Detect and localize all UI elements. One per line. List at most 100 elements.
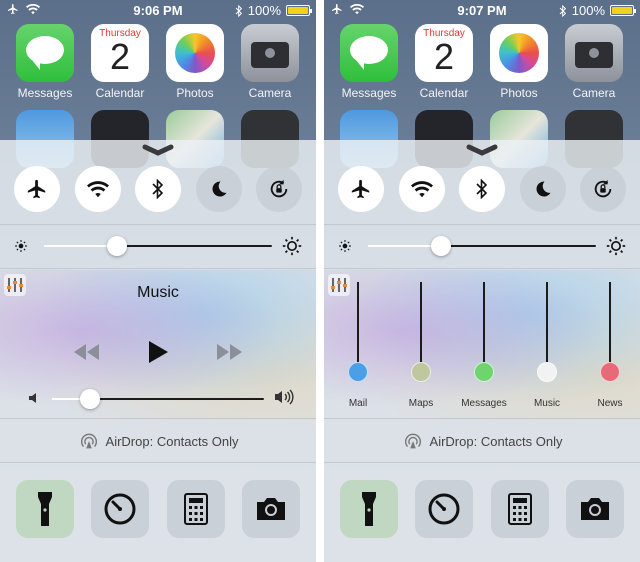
brightness-control — [0, 230, 316, 260]
calendar-app-icon: Thursday 2 — [91, 24, 149, 82]
airplane-mode-toggle[interactable] — [14, 166, 60, 212]
battery-percent: 100% — [247, 3, 281, 18]
app-photos[interactable]: Photos — [490, 24, 548, 100]
calculator-button[interactable] — [166, 480, 225, 538]
control-center: Mail Maps Messages Music News AirDrop: Conta… — [324, 140, 640, 562]
mixer-slider-maps[interactable]: Maps — [397, 282, 445, 412]
timer-button[interactable] — [91, 480, 150, 538]
phone-screen-left: 9:06 PM 100% Messages Thursday 2 Calenda… — [0, 0, 316, 562]
app-photos[interactable]: Photos — [166, 24, 224, 100]
mixer-knob[interactable] — [411, 362, 431, 382]
music-title: Music — [137, 284, 179, 301]
mixer-knob[interactable] — [474, 362, 494, 382]
chevron-down-icon[interactable] — [466, 144, 498, 156]
mixer-label: Messages — [461, 398, 507, 409]
volume-thumb[interactable] — [80, 389, 101, 409]
brightness-slider[interactable] — [368, 236, 596, 256]
flashlight-button[interactable] — [16, 480, 74, 538]
control-center: Music AirDrop: Contacts Only — [0, 140, 316, 562]
airdrop-button[interactable]: AirDrop: Contacts Only — [0, 420, 316, 462]
brightness-thumb[interactable] — [430, 236, 451, 256]
wifi-toggle[interactable] — [398, 166, 445, 212]
brightness-control — [324, 230, 640, 260]
play-icon[interactable] — [147, 340, 169, 364]
battery-icon — [286, 5, 312, 16]
airplane-icon — [27, 179, 46, 199]
camera-button[interactable] — [565, 480, 624, 538]
mixer-track — [357, 282, 359, 372]
airdrop-label: AirDrop: Contacts Only — [429, 433, 563, 449]
mixer-knob[interactable] — [537, 362, 557, 382]
flashlight-icon — [362, 492, 376, 526]
app-camera[interactable]: Camera — [565, 24, 623, 100]
volume-slider[interactable] — [52, 389, 264, 409]
mixer-track — [420, 282, 422, 372]
bluetooth-toggle[interactable] — [135, 166, 181, 212]
phone-screen-right: 9:07 PM 100% Messages Thursday 2 Calenda… — [324, 0, 640, 562]
airdrop-icon — [404, 433, 421, 449]
calculator-icon — [507, 493, 532, 525]
fast-forward-icon[interactable] — [216, 342, 244, 362]
mixer-slider-messages[interactable]: Messages — [460, 282, 508, 412]
wifi-toggle[interactable] — [74, 166, 121, 212]
brightness-thumb[interactable] — [106, 236, 127, 256]
app-messages[interactable]: Messages — [340, 24, 398, 100]
rotation-lock-icon — [594, 179, 612, 198]
mixer-track — [609, 282, 611, 372]
flashlight-button[interactable] — [340, 480, 398, 538]
airplane-mode-toggle[interactable] — [338, 166, 384, 212]
app-calendar[interactable]: Thursday 2 Calendar — [91, 24, 149, 100]
mixer-knob[interactable] — [348, 362, 368, 382]
timer-icon — [104, 493, 136, 525]
flashlight-icon — [38, 492, 52, 526]
brightness-high-icon — [282, 236, 302, 256]
mixer-knob[interactable] — [600, 362, 620, 382]
calculator-icon — [183, 493, 208, 525]
messages-app-icon — [16, 24, 74, 82]
calculator-button[interactable] — [490, 480, 549, 538]
camera-icon — [580, 498, 609, 520]
volume-high-icon — [275, 389, 294, 405]
brightness-high-icon — [606, 236, 626, 256]
chevron-down-icon[interactable] — [142, 144, 174, 156]
brightness-low-icon — [339, 240, 351, 252]
brightness-low-icon — [15, 240, 27, 252]
transport-controls — [0, 340, 316, 366]
mixer-track — [483, 282, 485, 372]
mixer-label: News — [597, 398, 623, 409]
brightness-slider[interactable] — [44, 236, 272, 256]
do-not-disturb-toggle[interactable] — [195, 166, 242, 212]
bluetooth-status-icon — [559, 4, 566, 17]
rotation-lock-toggle[interactable] — [580, 166, 626, 212]
app-messages[interactable]: Messages — [16, 24, 74, 100]
mixer-slider-news[interactable]: News — [586, 282, 634, 412]
bluetooth-status-icon — [235, 4, 242, 17]
airdrop-label: AirDrop: Contacts Only — [105, 433, 239, 449]
status-bar: 9:06 PM 100% — [0, 0, 316, 20]
calendar-app-icon: Thursday 2 — [415, 24, 473, 82]
mixer-track — [546, 282, 548, 372]
shortcut-row — [16, 480, 300, 540]
mixer-slider-music[interactable]: Music — [523, 282, 571, 412]
photos-app-icon — [166, 24, 224, 82]
camera-button[interactable] — [241, 480, 300, 538]
bluetooth-toggle[interactable] — [459, 166, 505, 212]
wifi-icon — [86, 181, 109, 198]
airdrop-button[interactable]: AirDrop: Contacts Only — [324, 420, 640, 462]
camera-app-icon — [241, 24, 299, 82]
app-calendar[interactable]: Thursday 2 Calendar — [415, 24, 473, 100]
moon-icon — [536, 181, 550, 197]
timer-button[interactable] — [415, 480, 474, 538]
moon-icon — [212, 181, 226, 197]
camera-icon — [256, 498, 285, 520]
mixer-label: Music — [533, 398, 561, 409]
rewind-icon[interactable] — [72, 342, 100, 362]
rotation-lock-toggle[interactable] — [256, 166, 302, 212]
mixer-slider-mail[interactable]: Mail — [334, 282, 382, 412]
airplane-icon — [351, 179, 370, 199]
app-camera[interactable]: Camera — [241, 24, 299, 100]
wifi-icon — [410, 181, 433, 198]
music-panel: Music — [0, 270, 316, 415]
do-not-disturb-toggle[interactable] — [519, 166, 566, 212]
camera-app-icon — [565, 24, 623, 82]
